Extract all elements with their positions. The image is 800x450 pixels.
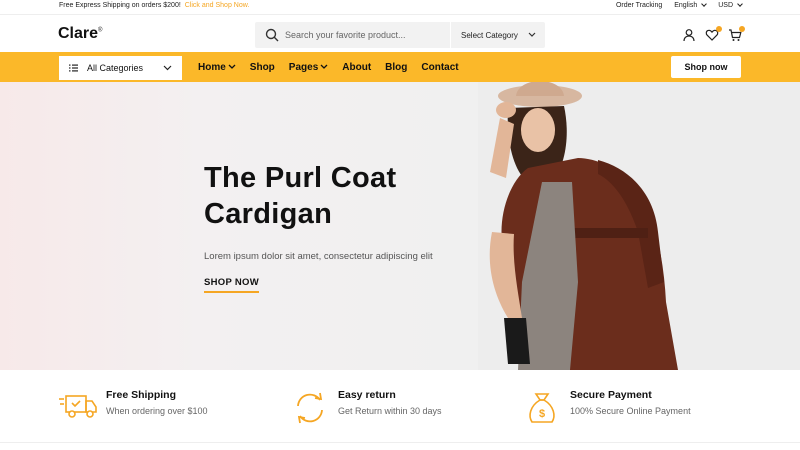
hand xyxy=(496,102,516,118)
nav-item-label: Shop xyxy=(249,61,275,73)
feature-easy-return: Easy return Get Return within 30 days xyxy=(290,388,442,428)
language-label: English xyxy=(674,2,698,9)
nav-item-home[interactable]: Home xyxy=(198,62,236,73)
nav-links: Home Shop Pages About Blog Contact xyxy=(198,52,459,82)
money-bag-icon: $ xyxy=(529,393,555,423)
feature-title: Secure Payment xyxy=(570,389,652,401)
nav-item-contact[interactable]: Contact xyxy=(421,62,458,73)
face xyxy=(521,108,555,152)
feature-title: Easy return xyxy=(338,389,396,401)
feature-desc: When ordering over $100 xyxy=(106,406,208,416)
promo-banner: Free Express Shipping on orders $200! Cl… xyxy=(59,2,249,9)
hero-subtitle: Lorem ipsum dolor sit amet, consectetur … xyxy=(204,251,433,262)
hero-title-line-2: Cardigan xyxy=(204,198,333,230)
feature-secure-payment: $ Secure Payment 100% Secure Online Paym… xyxy=(522,388,691,428)
nav-item-about[interactable]: About xyxy=(342,62,371,73)
chevron-down-icon xyxy=(737,1,743,7)
logo[interactable]: Clare® xyxy=(58,25,102,43)
nav-item-label: About xyxy=(342,61,372,73)
chevron-down-icon xyxy=(701,1,708,7)
promo-text: Free Express Shipping on orders $200! xyxy=(59,2,181,9)
user-icon[interactable] xyxy=(682,28,696,42)
main-navbar: All Categories Home Shop Pages About Blo… xyxy=(0,52,800,82)
hero-banner: The Purl Coat Cardigan Lorem ipsum dolor… xyxy=(0,82,800,370)
search-input[interactable] xyxy=(285,30,450,40)
nav-item-shop[interactable]: Shop xyxy=(250,62,275,73)
heart-icon[interactable] xyxy=(705,26,722,42)
all-categories-label: All Categories xyxy=(87,63,144,73)
nav-item-blog[interactable]: Blog xyxy=(385,62,407,73)
chevron-down-icon xyxy=(528,32,536,37)
cart-icon[interactable] xyxy=(728,26,745,42)
chevron-down-icon xyxy=(163,65,172,71)
refresh-icon xyxy=(297,392,323,424)
svg-text:$: $ xyxy=(539,408,545,420)
search-bar: Select Category xyxy=(255,22,545,48)
features-strip: Free Shipping When ordering over $100 Ea… xyxy=(0,370,800,443)
hero-title-line-1: The Purl Coat xyxy=(204,162,397,194)
chevron-down-icon xyxy=(320,64,328,69)
nav-item-label: Contact xyxy=(421,61,459,73)
hero-model-image xyxy=(478,82,800,370)
cart-badge xyxy=(739,26,745,32)
truck-icon xyxy=(59,395,97,418)
boot xyxy=(504,318,530,364)
site-header: Clare® Select Category xyxy=(0,14,800,52)
category-select-label: Select Category xyxy=(461,30,518,40)
nav-item-pages[interactable]: Pages xyxy=(289,62,328,73)
shop-now-button[interactable]: Shop now xyxy=(671,56,741,78)
search-icon[interactable] xyxy=(259,22,285,48)
logo-text: Clare xyxy=(58,25,99,42)
promo-link[interactable]: Click and Shop Now. xyxy=(185,2,250,9)
order-tracking-link[interactable]: Order Tracking xyxy=(616,2,662,9)
feature-desc: Get Return within 30 days xyxy=(338,406,442,416)
all-categories-dropdown[interactable]: All Categories xyxy=(59,56,182,80)
list-icon xyxy=(69,64,78,72)
logo-mark: ® xyxy=(98,27,103,34)
hero-shop-now-link[interactable]: SHOP NOW xyxy=(204,277,260,293)
nav-item-label: Blog xyxy=(385,61,408,73)
language-select[interactable]: English xyxy=(674,1,708,9)
nav-item-label: Home xyxy=(198,61,226,73)
hero-title: The Purl Coat Cardigan xyxy=(204,160,464,232)
currency-select[interactable]: USD xyxy=(718,1,743,9)
nav-item-label: Pages xyxy=(288,61,319,73)
feature-title: Free Shipping xyxy=(106,389,177,401)
feature-desc: 100% Secure Online Payment xyxy=(570,406,691,416)
category-select[interactable]: Select Category xyxy=(451,31,536,40)
wishlist-badge xyxy=(716,26,722,32)
currency-label: USD xyxy=(718,2,733,9)
top-bar: Free Express Shipping on orders $200! Cl… xyxy=(0,0,800,14)
feature-free-shipping: Free Shipping When ordering over $100 xyxy=(58,388,208,428)
chevron-down-icon xyxy=(228,64,236,69)
